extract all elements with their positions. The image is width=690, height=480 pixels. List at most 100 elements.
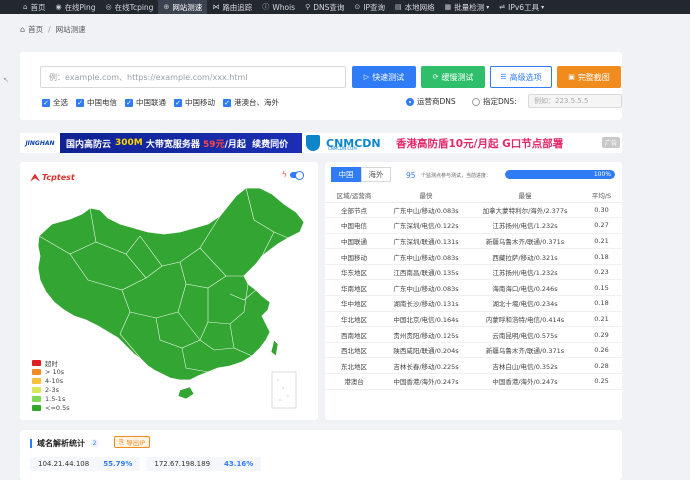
table-row[interactable]: 全部节点 广东中山/移动/0.083s 加拿大蒙特利尔/海外/2.377s 0.30 (325, 202, 622, 219)
table-row[interactable]: 中国移动 广东中山/移动/0.083s 西藏拉萨/移动/0.321s 0.18 (325, 248, 622, 265)
check-all[interactable]: ✓ 全选 (42, 97, 68, 108)
table-cell: 0.15 (581, 279, 622, 297)
bird-logo-icon (30, 173, 40, 182)
table-cell: 0.18 (581, 248, 622, 265)
nav-label: IP查询 (363, 2, 385, 12)
url-input[interactable] (40, 66, 346, 88)
lightning-icon[interactable]: ϟ (282, 170, 287, 179)
home-icon: ⌂ (20, 25, 26, 34)
nav-ping[interactable]: ◉ 在线Ping (50, 0, 100, 14)
table-row[interactable]: 东北地区 吉林长春/移动/0.225s 吉林白山/电信/0.352s 0.28 (325, 357, 622, 375)
logo-text: Tcptest (42, 173, 75, 182)
table-row[interactable]: 港澳台 中国香港/海外/0.247s 中国香港/海外/0.247s 0.25 (325, 373, 622, 390)
search-panel: ▷快速测试 ⟳缓慢测试 ☰高级选项 ▣完整截图 ✓全选 ✓中国电信 ✓中国联通 … (20, 52, 622, 120)
check-unicom[interactable]: ✓ 中国联通 (125, 97, 166, 108)
checkbox-checked-icon: ✓ (125, 98, 133, 107)
breadcrumb: ⌂ 首页 / 网站测速 (20, 24, 86, 35)
tab-china[interactable]: 中国 (331, 167, 361, 182)
table-cell: 中国联通 (325, 233, 383, 250)
china-map[interactable] (30, 184, 310, 414)
ad-jinghan[interactable]: JINGHAN 国内高防云 300M 大带宽服务器 59元 /月起 续费同价 (20, 133, 302, 153)
slow-test-button[interactable]: ⟳ 缓慢测试 (421, 66, 485, 88)
ad-cnmcdn[interactable]: CNMCDN CNMCDN.COM 香港高防盾10元/月起 G口节点部署 广告 (302, 133, 622, 153)
tab-overseas[interactable]: 海外 (361, 167, 391, 182)
table-row[interactable]: 中国电信 广东深圳/电信/0.122s 江苏扬州/电信/1.232s 0.27 (325, 217, 622, 234)
advanced-options-button[interactable]: ☰ 高级选项 (490, 66, 552, 88)
check-mobile[interactable]: ✓ 中国移动 (174, 97, 215, 108)
button-label: 高级选项 (509, 72, 542, 82)
network-icon: ▤ (394, 3, 402, 11)
table-row[interactable]: 华中地区 湖南长沙/移动/0.131s 湖北十堰/电信/0.234s 0.18 (325, 295, 622, 312)
globe-icon: ⊕ (163, 3, 170, 11)
radio-label: 指定DNS: (483, 97, 517, 106)
table-cell: 广东中山/移动/0.083s (383, 248, 469, 265)
filter-icon: ☰ (500, 73, 507, 81)
title-accent (30, 439, 32, 448)
table-row[interactable]: 西南地区 贵州贵阳/移动/0.125s 云南昆明/电信/0.575s 0.29 (325, 326, 622, 343)
table-cell: 西藏拉萨/移动/0.321s (469, 248, 581, 265)
table-cell: 西南地区 (325, 326, 383, 343)
checkbox-checked-icon: ✓ (223, 98, 231, 107)
latency-legend: 超时 > 10s 4-10s 2-3s 1.5-1s <=0.5s (32, 358, 70, 412)
table-cell: 云南昆明/电信/0.575s (469, 326, 581, 343)
ad-tag: 广告 (601, 137, 620, 148)
column-header: 最快 (383, 188, 469, 203)
ip-item[interactable]: 104.21.44.108 55.79% (30, 457, 141, 471)
china-map-shape[interactable] (37, 187, 305, 381)
breadcrumb-current: 网站测速 (55, 25, 86, 34)
column-header: 平均/S (581, 188, 622, 203)
table-row[interactable]: 华南地区 广东中山/移动/0.083s 海南海口/电信/0.246s 0.15 (325, 279, 622, 297)
column-header: 最慢 (469, 188, 581, 203)
map-toggle[interactable] (290, 170, 304, 180)
check-overseas[interactable]: ✓ 港澳台、海外 (223, 97, 279, 108)
table-cell: 加拿大蒙特利尔/海外/2.377s (469, 202, 581, 219)
table-row[interactable]: 中国联通 广东深圳/联通/0.131s 新疆乌鲁木齐/联通/0.371s 0.21 (325, 233, 622, 250)
legend-item: 1.5-1s (32, 394, 70, 403)
table-cell: 中国北京/电信/0.164s (383, 311, 469, 328)
breadcrumb-home[interactable]: 首页 (28, 24, 43, 35)
nav-local[interactable]: ▤ 本地网络 (390, 0, 440, 14)
shield-icon (306, 135, 320, 151)
legend-label: > 10s (45, 367, 65, 376)
ip-percent: 43.16% (224, 460, 254, 468)
nav-speedtest[interactable]: ⊕ 网站测速 (158, 0, 208, 14)
table-row[interactable]: 华北地区 中国北京/电信/0.164s 内蒙呼和浩特/电信/0.414s 0.21 (325, 311, 622, 328)
hainan-island[interactable] (177, 386, 195, 400)
nav-label: 本地网络 (404, 2, 435, 12)
region-tabs: 中国 海外 (331, 167, 391, 182)
table-cell: 湖北十堰/电信/0.234s (469, 295, 581, 312)
nav-ipv6[interactable]: ⇌ IPv6工具 ▾ (494, 0, 549, 14)
fast-test-button[interactable]: ▷ 快速测试 (352, 66, 416, 88)
nav-dns[interactable]: ⚲ DNS查询 (300, 0, 349, 14)
chevron-down-icon: ▾ (541, 3, 545, 11)
table-cell: 中国香港/海外/0.247s (469, 373, 581, 390)
nav-tcping[interactable]: ◎ 在线Tcping (101, 0, 159, 14)
legend-item: 2-3s (32, 385, 70, 394)
ping-icon: ◉ (55, 3, 62, 11)
nav-label: 在线Ping (64, 2, 96, 12)
nav-home[interactable]: ⌂ 首页 (18, 0, 50, 14)
table-row[interactable]: 华东地区 江西南昌/联通/0.135s 江苏扬州/电信/1.232s 0.23 (325, 264, 622, 281)
checkbox-checked-icon: ✓ (174, 98, 182, 107)
custom-dns-input[interactable] (528, 94, 622, 108)
jinghan-logo: JINGHAN (20, 133, 60, 153)
nav-whois[interactable]: ⓘ Whois (257, 0, 300, 14)
export-ip-button[interactable]: ⎘ 导出IP (114, 436, 151, 448)
nav-traceroute[interactable]: ⋈ 路由追踪 (207, 0, 257, 14)
ad-banner[interactable]: JINGHAN 国内高防云 300M 大带宽服务器 59元 /月起 续费同价 C… (20, 133, 622, 153)
breadcrumb-separator: / (48, 25, 51, 34)
dns-isp-radio[interactable]: 运营商DNS (406, 96, 456, 107)
top-nav: ⌂ 首页 ◉ 在线Ping ◎ 在线Tcping ⊕ 网站测速 ⋈ 路由追踪 ⓘ Whois… (0, 0, 690, 14)
check-telecom[interactable]: ✓ 中国电信 (76, 97, 117, 108)
screenshot-button[interactable]: ▣ 完整截图 (557, 66, 621, 88)
ip-list: 104.21.44.108 55.79% 172.67.198.189 43.16% (30, 457, 267, 471)
taiwan-island[interactable] (270, 339, 279, 357)
route-icon: ⋈ (212, 3, 220, 11)
table-row[interactable]: 西北地区 陕西咸阳/联通/0.204s 新疆乌鲁木齐/联通/0.371s 0.26 (325, 342, 622, 359)
legend-swatch (32, 368, 41, 375)
nav-batch[interactable]: ▦ 批量检测 ▾ (440, 0, 495, 14)
results-panel: 中国 海外 95 个监测点参与测试，当前进度： 100% 区域/运营商 最快 最… (325, 162, 622, 420)
dns-custom-radio[interactable]: 指定DNS: (472, 96, 517, 107)
nav-ip[interactable]: ⊙ IP查询 (349, 0, 390, 14)
ip-item[interactable]: 172.67.198.189 43.16% (146, 457, 262, 471)
